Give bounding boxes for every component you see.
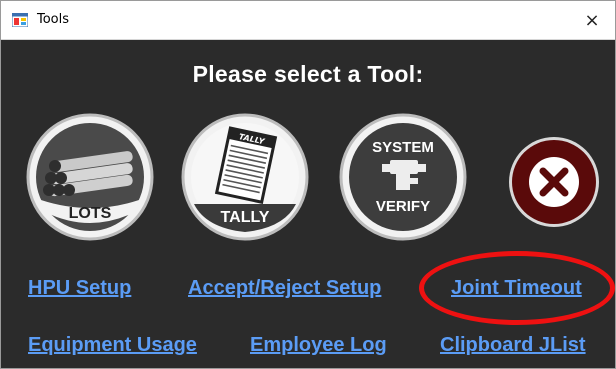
window-title: Tools: [37, 12, 70, 27]
verify-label: VERIFY: [376, 198, 430, 215]
clipboard-jlist-link[interactable]: Clipboard JList: [440, 334, 586, 357]
app-icon: [12, 13, 28, 27]
exit-button[interactable]: [507, 135, 601, 229]
tools-window: Tools × Please select a Tool: LOTS TALLY…: [0, 0, 616, 369]
title-bar: Tools ×: [1, 1, 615, 40]
employee-log-link[interactable]: Employee Log: [250, 334, 387, 357]
accept-reject-setup-link[interactable]: Accept/Reject Setup: [188, 277, 381, 300]
close-icon: ×: [584, 9, 600, 31]
close-x-icon: [509, 137, 599, 227]
tally-label: TALLY: [221, 209, 270, 226]
lots-label: LOTS: [69, 205, 112, 222]
window-close-button[interactable]: ×: [569, 1, 615, 39]
hpu-setup-link[interactable]: HPU Setup: [28, 277, 131, 300]
tally-tool-button[interactable]: TALLY TALLY: [180, 112, 310, 242]
joint-timeout-link[interactable]: Joint Timeout: [451, 277, 582, 300]
system-verify-tool-button[interactable]: SYSTEM VERIFY: [338, 112, 468, 242]
lots-tool-button[interactable]: LOTS: [25, 112, 155, 242]
system-verify-icon: SYSTEM VERIFY: [339, 113, 467, 241]
equipment-usage-link[interactable]: Equipment Usage: [28, 334, 197, 357]
pipes-icon: LOTS: [26, 113, 154, 241]
tally-sheet-icon: TALLY TALLY: [181, 113, 309, 241]
system-label: SYSTEM: [372, 139, 434, 156]
page-heading: Please select a Tool:: [192, 61, 424, 87]
